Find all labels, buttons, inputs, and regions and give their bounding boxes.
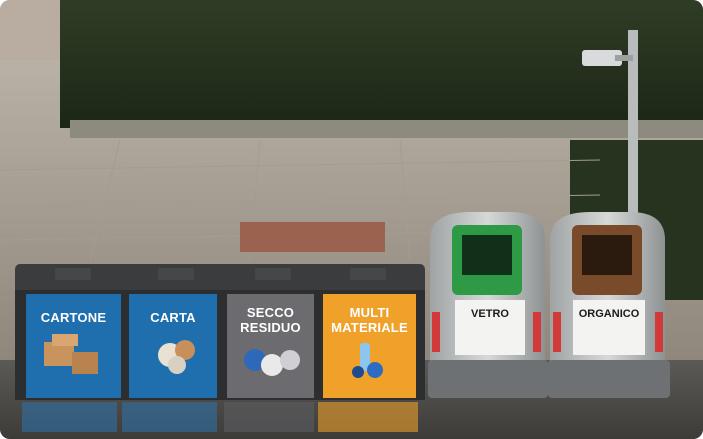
label-multi-materiale: MULTI MATERIALE [331,305,408,335]
cardboard-boxes-icon [44,334,98,374]
photo-frame: CARTONE CARTA SECCO RESIDUO MULTI MATERI… [0,0,703,439]
label-secco-residuo: SECCO RESIDUO [240,305,301,335]
plastic-bottles-icon [352,343,383,378]
mixed-waste-icon [244,349,300,376]
paper-pile-icon [158,340,195,374]
label-vetro: VETRO [471,308,509,320]
label-carta: CARTA [150,310,196,325]
label-cartone: CARTONE [40,310,107,325]
label-organico: ORGANICO [578,308,640,320]
